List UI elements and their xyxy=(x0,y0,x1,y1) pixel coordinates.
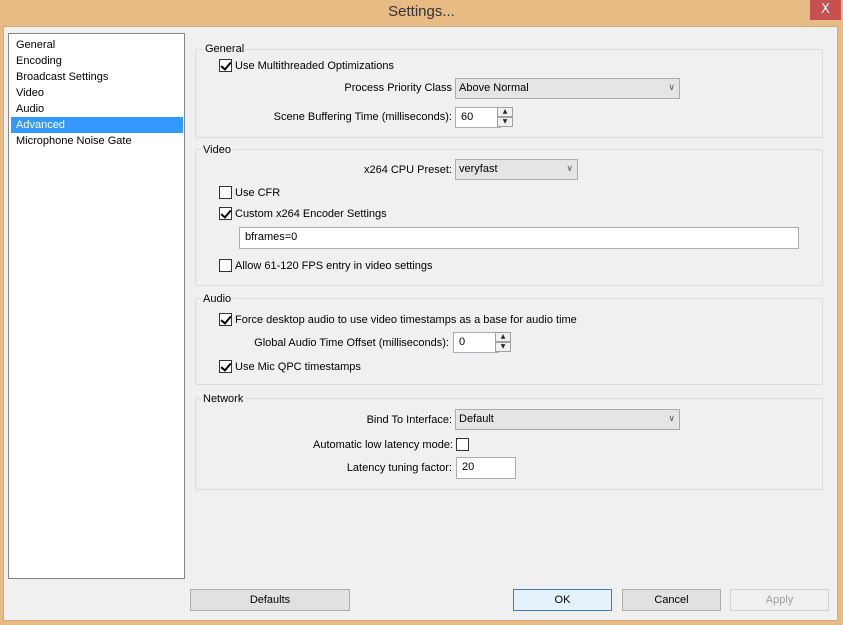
apply-button[interactable]: Apply xyxy=(730,589,829,611)
buffering-label: Scene Buffering Time (milliseconds): xyxy=(273,111,452,123)
multithreaded-label: Use Multithreaded Optimizations xyxy=(235,60,394,72)
priority-label: Process Priority Class xyxy=(344,82,452,94)
buffering-stepper[interactable]: ▲ ▼ xyxy=(497,107,514,128)
sidebar-item-advanced[interactable]: Advanced xyxy=(11,117,183,133)
priority-dropdown[interactable]: Above Normal ∨ xyxy=(455,78,680,99)
audio-offset-label: Global Audio Time Offset (milliseconds): xyxy=(254,337,449,349)
latency-factor-label: Latency tuning factor: xyxy=(346,462,452,474)
audio-group-label: Audio xyxy=(201,293,234,305)
custom-x264-input[interactable]: bframes=0 xyxy=(239,227,799,249)
preset-value: veryfast xyxy=(459,163,498,175)
preset-dropdown[interactable]: veryfast ∨ xyxy=(455,159,578,180)
audio-offset-input[interactable]: 0 xyxy=(453,332,499,353)
defaults-button[interactable]: Defaults xyxy=(190,589,350,611)
low-latency-label: Automatic low latency mode: xyxy=(312,439,453,451)
ok-button[interactable]: OK xyxy=(513,589,612,611)
spin-down-icon[interactable]: ▼ xyxy=(495,342,511,352)
chevron-down-icon: ∨ xyxy=(668,83,675,93)
preset-label: x264 CPU Preset: xyxy=(363,164,452,176)
video-group-label: Video xyxy=(201,144,233,156)
chevron-down-icon: ∨ xyxy=(668,414,675,424)
mic-qpc-label: Use Mic QPC timestamps xyxy=(235,361,361,373)
use-cfr-label: Use CFR xyxy=(235,187,281,199)
sidebar-item-broadcast-settings[interactable]: Broadcast Settings xyxy=(11,69,183,85)
mic-qpc-checkbox[interactable] xyxy=(219,360,232,373)
low-latency-checkbox[interactable] xyxy=(456,438,469,451)
title-bar[interactable]: Settings... X xyxy=(0,0,843,26)
window-title: Settings... xyxy=(388,3,455,20)
bind-interface-value: Default xyxy=(459,413,494,425)
custom-x264-label: Custom x264 Encoder Settings xyxy=(235,208,387,220)
bind-interface-label: Bind To Interface: xyxy=(366,414,452,426)
sidebar-item-video[interactable]: Video xyxy=(11,85,183,101)
close-icon: X xyxy=(821,2,830,17)
buffering-input[interactable]: 60 xyxy=(455,107,501,128)
audio-offset-stepper[interactable]: ▲ ▼ xyxy=(495,332,512,353)
use-cfr-checkbox[interactable] xyxy=(219,186,232,199)
spin-up-icon[interactable]: ▲ xyxy=(495,332,511,342)
general-group-label: General xyxy=(203,43,247,55)
sidebar-item-encoding[interactable]: Encoding xyxy=(11,53,183,69)
allow-high-fps-label: Allow 61-120 FPS entry in video settings xyxy=(235,260,433,272)
priority-value: Above Normal xyxy=(459,82,529,94)
cancel-button[interactable]: Cancel xyxy=(622,589,721,611)
chevron-down-icon: ∨ xyxy=(566,164,573,174)
force-desktop-audio-checkbox[interactable] xyxy=(219,313,232,326)
sidebar-item-general[interactable]: General xyxy=(11,37,183,53)
latency-factor-input[interactable]: 20 xyxy=(456,457,516,479)
close-button[interactable]: X xyxy=(810,0,841,20)
force-desktop-audio-label: Force desktop audio to use video timesta… xyxy=(235,314,577,326)
sidebar-item-audio[interactable]: Audio xyxy=(11,101,183,117)
spin-up-icon[interactable]: ▲ xyxy=(497,107,513,117)
settings-category-list[interactable]: General Encoding Broadcast Settings Vide… xyxy=(8,33,185,579)
sidebar-item-microphone-noise-gate[interactable]: Microphone Noise Gate xyxy=(11,133,183,149)
multithreaded-checkbox[interactable] xyxy=(219,59,232,72)
bind-interface-dropdown[interactable]: Default ∨ xyxy=(455,409,680,430)
spin-down-icon[interactable]: ▼ xyxy=(497,117,513,127)
network-group-label: Network xyxy=(201,393,246,405)
allow-high-fps-checkbox[interactable] xyxy=(219,259,232,272)
custom-x264-checkbox[interactable] xyxy=(219,207,232,220)
